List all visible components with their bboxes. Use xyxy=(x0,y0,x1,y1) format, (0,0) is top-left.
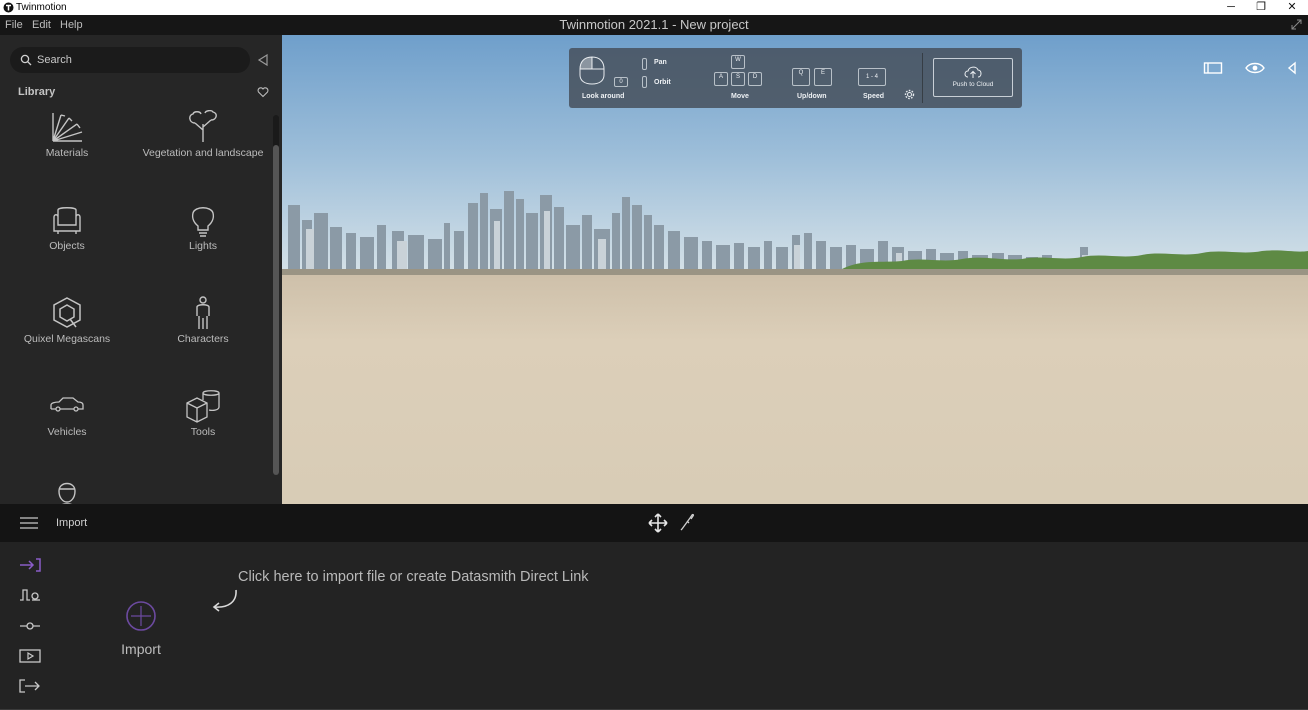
library-item-label: Objects xyxy=(49,240,85,252)
menu-bar: Twinmotion 2021.1 - New project File Edi… xyxy=(0,15,1308,35)
curved-arrow-icon xyxy=(212,589,237,612)
bottom-toolbar: Import xyxy=(0,504,1308,542)
orbit-key: 0 xyxy=(614,77,628,87)
collapse-right-panel-icon[interactable] xyxy=(1286,61,1298,75)
context-icon[interactable] xyxy=(19,587,41,603)
library-title: Library xyxy=(18,86,56,98)
push-to-cloud-button[interactable]: Push to Cloud xyxy=(933,58,1013,97)
library-item-materials[interactable]: Materials xyxy=(0,110,134,190)
export-icon[interactable] xyxy=(19,678,41,694)
orbit-mouse-key xyxy=(642,76,647,88)
library-item-label: Vegetation and landscape xyxy=(142,147,264,159)
eyedropper-icon[interactable] xyxy=(679,513,695,531)
library-item-objects[interactable]: Objects xyxy=(0,203,134,283)
library-item-label: Lights xyxy=(188,240,218,252)
library-item-quixel[interactable]: Quixel Megascans xyxy=(0,296,134,376)
toolbar-separator xyxy=(922,53,923,103)
heart-icon[interactable] xyxy=(257,86,269,98)
look-around-label: Look around xyxy=(582,93,625,100)
settings-slider-icon[interactable] xyxy=(19,618,41,634)
move-tool-icon[interactable] xyxy=(648,513,668,533)
collapse-panel-icon[interactable] xyxy=(256,53,270,67)
import-hint-text[interactable]: Click here to import file or create Data… xyxy=(238,569,589,586)
bulb-icon xyxy=(191,207,215,237)
import-button-label: Import xyxy=(121,641,161,657)
push-to-cloud-label: Push to Cloud xyxy=(952,81,994,88)
library-item-vegetation[interactable]: Vegetation and landscape xyxy=(136,110,270,190)
viewport-ground xyxy=(282,271,1308,504)
library-item-tools[interactable]: Tools xyxy=(136,389,270,469)
mouse-icon xyxy=(579,56,605,85)
library-item-label: Quixel Megascans xyxy=(23,333,111,345)
navigation-help-toolbar: Look around Pan 0 Orbit W A S D Move Q E… xyxy=(569,48,1022,108)
import-button[interactable]: Import xyxy=(110,600,172,657)
up-down-label: Up/down xyxy=(797,93,827,100)
library-item-vehicles[interactable]: Vehicles xyxy=(0,389,134,469)
search-input[interactable]: Search xyxy=(10,47,250,73)
bust-icon xyxy=(58,482,76,504)
car-icon xyxy=(50,397,84,412)
library-scrollbar-thumb[interactable] xyxy=(273,145,279,475)
3d-viewport[interactable]: Look around Pan 0 Orbit W A S D Move Q E… xyxy=(282,35,1308,504)
library-item-partial[interactable] xyxy=(0,479,134,504)
os-title-bar: Twinmotion ─ ❐ ✕ xyxy=(0,0,1308,15)
quixel-icon xyxy=(53,297,81,328)
plus-circle-icon xyxy=(126,601,156,631)
key-w: W xyxy=(731,55,745,69)
speed-label: Speed xyxy=(863,93,885,100)
pan-label: Pan xyxy=(654,59,667,66)
library-item-lights[interactable]: Lights xyxy=(136,203,270,283)
move-label: Move xyxy=(731,93,749,100)
eye-icon[interactable] xyxy=(1245,61,1265,75)
menu-file[interactable]: File xyxy=(5,18,23,32)
key-q: Q xyxy=(792,68,810,86)
search-placeholder: Search xyxy=(37,54,72,66)
person-icon xyxy=(196,296,210,329)
key-s: S xyxy=(731,72,745,86)
key-d: D xyxy=(748,72,762,86)
import-icon[interactable] xyxy=(19,557,41,573)
hamburger-menu-icon[interactable] xyxy=(20,517,38,529)
window-title: Twinmotion 2021.1 - New project xyxy=(559,17,749,32)
library-item-label: Characters xyxy=(177,333,229,345)
tree-icon xyxy=(189,110,217,142)
restore-button[interactable]: ❐ xyxy=(1246,0,1276,15)
materials-icon xyxy=(52,113,83,142)
city-skyline xyxy=(282,191,1308,275)
key-a: A xyxy=(714,72,728,86)
twinmotion-logo-icon xyxy=(3,2,14,13)
bottom-panel-title: Import xyxy=(56,517,88,529)
split-view-icon[interactable] xyxy=(1203,61,1223,75)
pan-key xyxy=(642,58,647,70)
search-icon xyxy=(20,54,32,66)
key-e: E xyxy=(814,68,832,86)
menu-edit[interactable]: Edit xyxy=(32,18,51,32)
sofa-icon xyxy=(53,207,81,234)
gear-icon[interactable] xyxy=(904,89,915,100)
library-scrollbar[interactable] xyxy=(273,115,279,475)
os-app-name: Twinmotion xyxy=(16,2,67,13)
fullscreen-icon[interactable] xyxy=(1291,19,1302,30)
media-icon[interactable] xyxy=(19,648,41,664)
cloud-upload-icon xyxy=(964,66,982,78)
minimize-button[interactable]: ─ xyxy=(1216,0,1246,15)
library-item-label: Vehicles xyxy=(47,426,87,438)
library-item-label: Tools xyxy=(190,426,216,438)
library-item-characters[interactable]: Characters xyxy=(136,296,270,376)
speed-keys: 1 - 4 xyxy=(858,68,886,86)
library-panel: Search Library Materials Vegetation and … xyxy=(0,35,282,504)
library-item-label: Materials xyxy=(45,147,89,159)
import-panel: Click here to import file or create Data… xyxy=(0,542,1308,710)
close-button[interactable]: ✕ xyxy=(1277,0,1307,15)
cubes-icon xyxy=(186,390,220,423)
menu-help[interactable]: Help xyxy=(60,18,83,32)
orbit-label: Orbit xyxy=(654,79,671,86)
